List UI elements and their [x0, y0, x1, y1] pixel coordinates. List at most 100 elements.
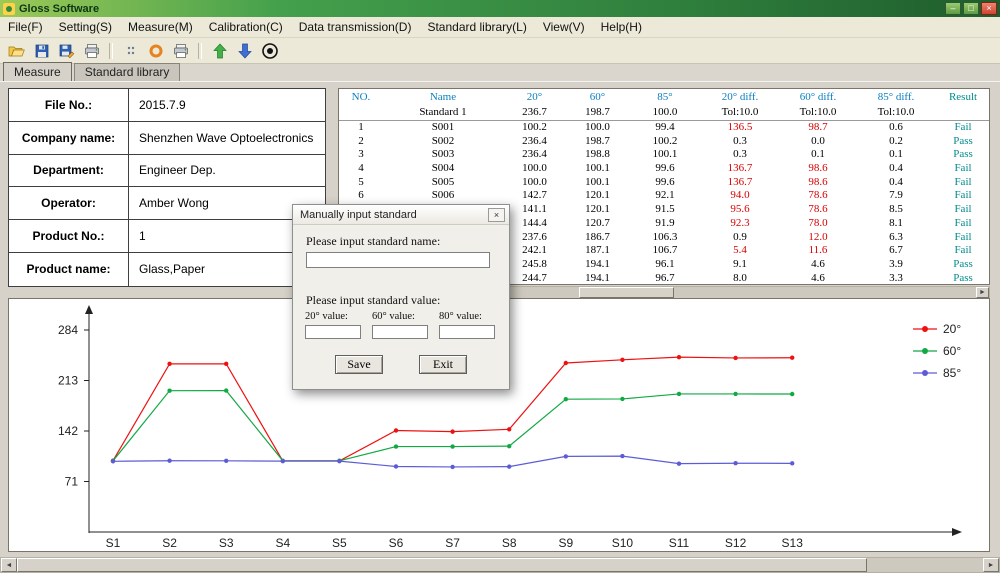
tab-strip: Measure Standard library — [0, 64, 1000, 81]
table-cell: 99.6 — [629, 162, 701, 176]
column-header[interactable]: Result — [935, 89, 990, 105]
table-cell: 6.3 — [857, 231, 935, 245]
value-20-label: 20° value: — [305, 311, 369, 322]
table-cell: S005 — [383, 176, 503, 190]
column-header[interactable]: 85° — [629, 89, 701, 105]
table-cell: 4 — [339, 162, 383, 176]
table-header-row: NO.Name20°60°85°20° diff.60° diff.85° di… — [339, 89, 989, 105]
save-button[interactable]: Save — [335, 355, 383, 374]
value-20-group: 20° value: — [305, 311, 369, 340]
save-as-button[interactable] — [54, 40, 79, 62]
svg-text:60°: 60° — [943, 344, 961, 358]
save-button[interactable] — [29, 40, 54, 62]
table-row[interactable]: 4S004100.0100.199.6136.798.60.4Fail — [339, 162, 989, 176]
table-cell: 0.3 — [701, 135, 779, 149]
table-cell: 186.7 — [566, 231, 629, 245]
dialog-close-button[interactable]: × — [488, 208, 505, 222]
close-button[interactable]: × — [981, 2, 997, 15]
column-header[interactable]: 20° diff. — [701, 89, 779, 105]
table-cell: 78.0 — [779, 217, 857, 231]
scroll-right-button[interactable]: ► — [983, 558, 999, 572]
table-cell: 3.9 — [857, 258, 935, 272]
standard-cell: 236.7 — [503, 105, 566, 120]
menu-item-calibration[interactable]: Calibration(C) — [201, 17, 291, 37]
svg-text:S4: S4 — [275, 536, 290, 550]
form-label: Department: — [9, 155, 129, 188]
table-cell: 187.1 — [566, 244, 629, 258]
form-label: Operator: — [9, 187, 129, 220]
print-icon — [84, 43, 100, 59]
print-button-2[interactable] — [168, 40, 193, 62]
scroll-thumb[interactable] — [579, 287, 674, 298]
standard-name-input[interactable] — [306, 252, 490, 268]
table-row[interactable]: 5S005100.0100.199.6136.798.60.4Fail — [339, 176, 989, 190]
table-cell: 136.7 — [701, 162, 779, 176]
column-header[interactable]: 60° diff. — [779, 89, 857, 105]
svg-text:S7: S7 — [445, 536, 460, 550]
menu-item-data-transmission[interactable]: Data transmission(D) — [291, 17, 420, 37]
menu-item-setting[interactable]: Setting(S) — [51, 17, 120, 37]
tab-measure[interactable]: Measure — [3, 62, 72, 81]
scroll-right-button[interactable]: ► — [976, 287, 989, 298]
grid-dots-icon — [126, 43, 136, 59]
column-header[interactable]: 20° — [503, 89, 566, 105]
menu-item-help[interactable]: Help(H) — [593, 17, 650, 37]
table-cell: 78.6 — [779, 189, 857, 203]
column-header[interactable]: Name — [383, 89, 503, 105]
download-arrow-icon — [237, 43, 253, 59]
scroll-left-button[interactable]: ◄ — [1, 558, 17, 572]
table-cell: 106.7 — [629, 244, 701, 258]
table-row[interactable]: 6S006142.7120.192.194.078.67.9Fail — [339, 189, 989, 203]
menu-item-view[interactable]: View(V) — [535, 17, 593, 37]
table-row[interactable]: 2S002236.4198.7100.20.30.00.2Pass — [339, 135, 989, 149]
dialog-body: Please input standard name: Please input… — [293, 225, 509, 389]
upload-button[interactable] — [207, 40, 232, 62]
exit-button[interactable]: Exit — [419, 355, 467, 374]
download-button[interactable] — [232, 40, 257, 62]
table-row[interactable]: 3S003236.4198.8100.10.30.10.1Pass — [339, 148, 989, 162]
svg-text:284: 284 — [58, 323, 78, 337]
tab-standard-library[interactable]: Standard library — [74, 63, 181, 81]
app-window: Gloss Software – □ × File(F)Setting(S)Me… — [0, 0, 1000, 573]
table-cell: 100.1 — [629, 148, 701, 162]
value-20-input[interactable] — [305, 325, 361, 339]
toolbar-separator — [198, 43, 202, 59]
table-cell: 236.4 — [503, 135, 566, 149]
table-row[interactable]: 1S001100.2100.099.4136.598.70.6Fail — [339, 121, 989, 135]
table-cell: 198.7 — [566, 135, 629, 149]
table-cell: 0.6 — [857, 121, 935, 135]
print-button[interactable] — [79, 40, 104, 62]
table-cell: 91.9 — [629, 217, 701, 231]
calibration-target-button[interactable] — [257, 40, 282, 62]
table-cell: 94.0 — [701, 189, 779, 203]
column-header[interactable]: 85° diff. — [857, 89, 935, 105]
menu-item-measure[interactable]: Measure(M) — [120, 17, 201, 37]
table-cell: Fail — [935, 176, 990, 190]
table-cell: 141.1 — [503, 203, 566, 217]
table-cell: 194.1 — [566, 258, 629, 272]
toolbar-separator — [109, 43, 113, 59]
settings-button[interactable] — [143, 40, 168, 62]
value-80-input[interactable] — [439, 325, 495, 339]
svg-text:S2: S2 — [162, 536, 177, 550]
title-bar[interactable]: Gloss Software – □ × — [0, 0, 1000, 17]
save-as-icon — [59, 43, 75, 59]
value-60-input[interactable] — [372, 325, 428, 339]
column-header[interactable]: NO. — [339, 89, 383, 105]
column-header[interactable]: 60° — [566, 89, 629, 105]
maximize-button[interactable]: □ — [963, 2, 979, 15]
value-80-group: 80° value: — [439, 311, 503, 340]
form-label: Product name: — [9, 253, 129, 286]
table-cell: S004 — [383, 162, 503, 176]
table-cell: 1 — [339, 121, 383, 135]
menu-item-file[interactable]: File(F) — [0, 17, 51, 37]
grid-dots-handle — [118, 40, 143, 62]
standard-cell: Tol:10.0 — [857, 105, 935, 120]
table-cell: Fail — [935, 121, 990, 135]
dialog-title-bar[interactable]: Manually input standard × — [293, 205, 509, 225]
minimize-button[interactable]: – — [945, 2, 961, 15]
menu-item-standard-library[interactable]: Standard library(L) — [419, 17, 534, 37]
window-scrollbar[interactable]: ◄ ► — [0, 557, 1000, 573]
scroll-thumb[interactable] — [17, 558, 867, 572]
open-folder-button[interactable] — [4, 40, 29, 62]
